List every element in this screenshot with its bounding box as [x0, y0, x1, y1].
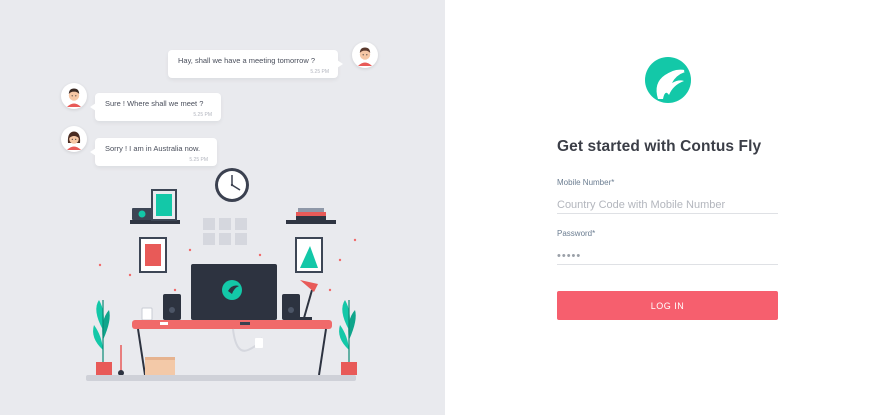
- desk-lamp: [298, 280, 318, 320]
- male-avatar-icon: [352, 42, 378, 68]
- chat-bubble-1: Hay, shall we have a meeting tomorrow ? …: [168, 50, 343, 78]
- female-avatar-icon: [61, 126, 87, 152]
- mobile-number-field[interactable]: [557, 196, 778, 214]
- page-title: Get started with Contus Fly: [557, 138, 762, 155]
- left-plant: [93, 300, 112, 375]
- right-wall-frame: [295, 237, 323, 273]
- workspace-illustration: [86, 168, 357, 381]
- chat-message-text: Hay, shall we have a meeting tomorrow ?: [178, 56, 316, 65]
- chat-bubble-2: Sure ! Where shall we meet ? 5.25 PM: [90, 93, 221, 121]
- contus-fly-logo-icon: [645, 57, 691, 103]
- monitor: [191, 264, 277, 329]
- login-button[interactable]: LOG IN: [557, 291, 778, 320]
- mobile-number-label: Mobile Number*: [557, 178, 615, 187]
- chat-message-text: Sure ! Where shall we meet ?: [105, 99, 204, 108]
- wall-tiles: [203, 218, 247, 245]
- floor: [86, 375, 356, 381]
- password-label: Password*: [557, 229, 596, 238]
- login-panel: Get started with Contus Fly Mobile Numbe…: [445, 0, 880, 415]
- left-shelf: [130, 189, 180, 224]
- male-avatar-icon: [61, 83, 87, 109]
- chat-message-text: Sorry ! I am in Australia now.: [105, 144, 201, 153]
- wall-clock-icon: [215, 168, 249, 202]
- left-wall-frame: [139, 237, 167, 273]
- chat-message-time: 5.25 PM: [310, 69, 329, 75]
- right-shelf: [286, 208, 336, 224]
- illustration-panel: Hay, shall we have a meeting tomorrow ? …: [0, 0, 445, 415]
- chat-message-time: 5.25 PM: [193, 112, 212, 118]
- password-field[interactable]: [557, 247, 778, 265]
- right-plant: [339, 300, 357, 375]
